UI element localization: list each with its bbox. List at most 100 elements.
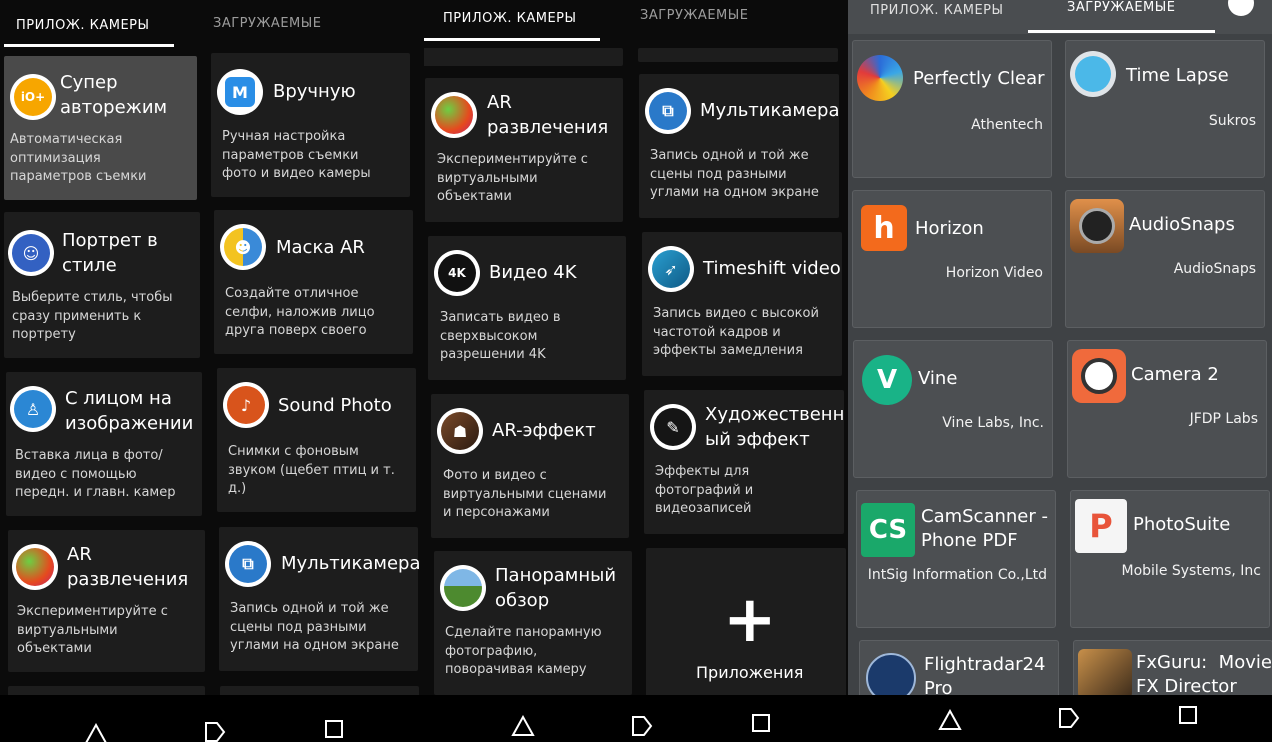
active-tab-indicator [424, 38, 600, 41]
app-tile-creative-effect[interactable]: ✎ Художественн ый эффект Эффекты для фот… [644, 390, 844, 534]
tile-title: Художественн ый эффект [705, 404, 845, 450]
app-tile-superior-auto[interactable]: iO+ Супер авторежим Автоматическая оптим… [4, 56, 197, 200]
add-apps-button[interactable]: + Приложения [646, 548, 846, 698]
home-icon[interactable] [630, 715, 654, 737]
tile-description: Запись видео с высокой частотой кадров и… [653, 306, 819, 358]
app-name: Camera 2 [1131, 364, 1219, 385]
perfectly-clear-icon [857, 55, 903, 101]
app-card-photosuite[interactable]: P PhotoSuite Mobile Systems, Inc [1070, 490, 1270, 628]
developer-name: Vine Labs, Inc. [942, 415, 1044, 431]
tab-camera-apps[interactable]: ПРИЛОЖ. КАМЕРЫ [870, 3, 1003, 18]
tile-description: Эффекты для фотографий и видеозаписей [655, 464, 754, 516]
app-tile-sound-photo[interactable]: ♪ Sound Photo Снимки с фоновым звуком (щ… [217, 368, 416, 512]
app-tile-partial[interactable] [638, 48, 838, 62]
tile-description: Сделайте панорамную фотографию, поворачи… [445, 625, 602, 677]
horizon-icon: h [861, 205, 907, 251]
panorama-icon [440, 565, 486, 611]
add-apps-label: Приложения [696, 663, 804, 682]
active-tab-indicator [1028, 30, 1215, 33]
developer-name: Athentech [971, 117, 1043, 133]
tile-description: Автоматическая оптимизация параметров съ… [10, 132, 147, 184]
app-card-perfectly-clear[interactable]: Perfectly Clear Athentech [852, 40, 1052, 178]
app-tile-manual[interactable]: M Вручную Ручная настройка параметров съ… [211, 53, 410, 197]
tile-description: Фото и видео с виртуальными сценами и пе… [443, 468, 607, 520]
photosuite-icon: P [1075, 499, 1127, 553]
app-tile-multi-camera[interactable]: ⧉ Мультикамера Запись одной и той же сце… [219, 527, 421, 671]
camera-apps-screen-2: ПРИЛОЖ. КАМЕРЫ ЗАГРУЖАЕМЫЕ AR развлечени… [424, 0, 848, 742]
tile-title: С лицом на изображении [65, 388, 194, 434]
tile-description: Создайте отличное селфи, наложив лицо др… [225, 286, 375, 338]
sound-photo-icon: ♪ [223, 382, 269, 428]
app-tile-face-in-picture[interactable]: ♙ С лицом на изображении Вставка лица в … [6, 372, 202, 516]
tile-description: Вставка лица в фото/ видео с помощью пер… [15, 448, 176, 500]
tile-description: Ручная настройка параметров съемки фото … [222, 129, 371, 181]
tile-title: Мультикамера [700, 100, 840, 121]
recent-apps-icon[interactable] [1176, 705, 1200, 727]
developer-name: Horizon Video [945, 265, 1043, 281]
ar-fun-icon [12, 544, 58, 590]
tab-camera-apps[interactable]: ПРИЛОЖ. КАМЕРЫ [443, 11, 576, 26]
app-tile-panorama[interactable]: Панорамный обзор Сделайте панорамную фот… [434, 551, 632, 695]
tile-description: Экспериментируйте с виртуальными объекта… [437, 152, 588, 204]
multi-camera-icon: ⧉ [225, 541, 271, 587]
app-card-audiosnaps[interactable]: AudioSnaps AudioSnaps [1065, 190, 1265, 328]
manual-icon: M [217, 69, 263, 115]
app-tile-ar-effect[interactable]: ☗ AR-эффект Фото и видео с виртуальными … [431, 394, 629, 538]
tile-title: Видео 4K [489, 262, 577, 283]
app-tile-multi-camera[interactable]: ⧉ Мультикамера Запись одной и той же сце… [639, 74, 840, 218]
creative-effect-icon: ✎ [650, 404, 696, 450]
camera-2-icon [1072, 349, 1126, 403]
store-icon[interactable] [1228, 0, 1254, 16]
tile-title: Вручную [273, 81, 356, 102]
back-icon[interactable] [511, 715, 535, 737]
tab-camera-apps[interactable]: ПРИЛОЖ. КАМЕРЫ [16, 18, 149, 33]
style-portrait-icon: ☺ [8, 230, 54, 276]
tab-downloaded[interactable]: ЗАГРУЖАЕМЫЕ [1067, 0, 1175, 15]
developer-name: JFDP Labs [1189, 411, 1258, 427]
app-tile-ar-fun[interactable]: AR развлечения Экспериментируйте с вирту… [8, 530, 205, 672]
app-card-vine[interactable]: V Vine Vine Labs, Inc. [853, 340, 1053, 478]
home-icon[interactable] [203, 721, 227, 743]
ar-fun-icon [431, 92, 477, 138]
fxguru-icon [1078, 649, 1132, 699]
plus-icon: + [723, 583, 777, 657]
camscanner-icon: CS [861, 503, 915, 557]
tab-bar: ПРИЛОЖ. КАМЕРЫ ЗАГРУЖАЕМЫЕ [424, 0, 848, 44]
tile-title: Панорамный обзор [495, 565, 617, 611]
app-tile-ar-fun[interactable]: AR развлечения Экспериментируйте с вирту… [425, 78, 623, 222]
ar-effect-icon: ☗ [437, 408, 483, 454]
developer-name: Mobile Systems, Inc [1121, 563, 1261, 579]
app-tile-video-4k[interactable]: 4K Видео 4K Записать видео в сверхвысоко… [428, 236, 626, 380]
recent-apps-icon[interactable] [322, 719, 346, 741]
app-card-time-lapse[interactable]: Time Lapse Sukros [1065, 40, 1265, 178]
tile-description: Запись одной и той же сцены под разными … [650, 148, 819, 200]
tab-bar: ПРИЛОЖ. КАМЕРЫ ЗАГРУЖАЕМЫЕ [848, 0, 1272, 34]
tile-description: Записать видео в сверхвысоком разрешении… [440, 310, 561, 362]
recent-apps-icon[interactable] [749, 713, 773, 735]
app-card-camscanner[interactable]: CS CamScanner - Phone PDF IntSig Informa… [856, 490, 1056, 628]
app-card-camera-2[interactable]: Camera 2 JFDP Labs [1067, 340, 1267, 478]
timeshift-video-icon: ➶ [648, 246, 694, 292]
tile-title: Супер авторежим [60, 72, 168, 118]
app-tile-partial[interactable] [424, 48, 623, 66]
app-tile-timeshift-video[interactable]: ➶ Timeshift video Запись видео с высокой… [642, 232, 842, 376]
app-tile-ar-mask[interactable]: ☻ Маска AR Создайте отличное селфи, нало… [214, 210, 413, 354]
tile-title: Маска AR [276, 237, 365, 258]
superior-auto-icon: iO+ [10, 74, 56, 120]
tab-downloaded[interactable]: ЗАГРУЖАЕМЫЕ [640, 8, 748, 23]
app-card-horizon[interactable]: h Horizon Horizon Video [852, 190, 1052, 328]
tile-description: Экспериментируйте с виртуальными объекта… [17, 604, 168, 656]
video-4k-icon: 4K [434, 250, 480, 296]
back-icon[interactable] [938, 709, 962, 731]
app-name: Perfectly Clear [913, 68, 1045, 89]
tab-downloaded[interactable]: ЗАГРУЖАЕМЫЕ [213, 16, 321, 31]
navigation-bar [0, 695, 1272, 744]
home-icon[interactable] [1057, 707, 1081, 729]
app-name: PhotoSuite [1133, 514, 1231, 535]
tile-title: AR развлечения [487, 92, 609, 138]
face-in-picture-icon: ♙ [10, 386, 56, 432]
tab-bar: ПРИЛОЖ. КАМЕРЫ ЗАГРУЖАЕМЫЕ [0, 0, 424, 47]
app-tile-style-portrait[interactable]: ☺ Портрет в стиле Выберите стиль, чтобы … [4, 212, 200, 358]
clock-icon [1070, 51, 1116, 97]
tile-title: Портрет в стиле [62, 230, 158, 276]
